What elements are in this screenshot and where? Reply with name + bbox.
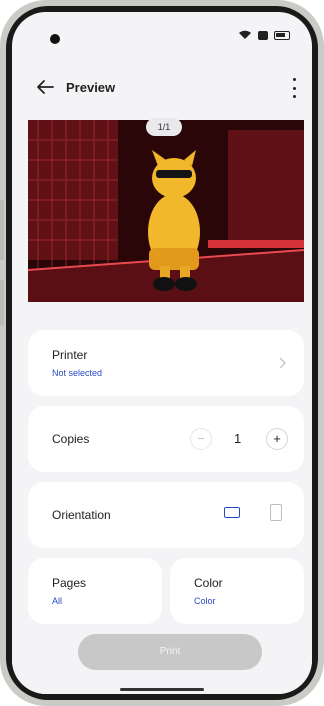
- copies-label: Copies: [52, 432, 90, 446]
- landscape-orientation-icon[interactable]: [224, 507, 240, 518]
- pages-label: Pages: [52, 576, 87, 590]
- page-indicator: 1/1: [146, 118, 182, 136]
- portrait-orientation-icon[interactable]: [270, 504, 282, 521]
- screen: Preview 1/1 Printer Not selected Copies …: [12, 12, 312, 694]
- more-options-icon[interactable]: [290, 78, 298, 98]
- increase-copies-button[interactable]: +: [266, 428, 288, 450]
- pages-value: All: [52, 596, 63, 606]
- back-arrow-icon[interactable]: [34, 76, 56, 98]
- print-button[interactable]: Print: [78, 634, 262, 670]
- wifi-icon: [239, 30, 251, 39]
- color-card[interactable]: Color Color: [170, 558, 304, 624]
- copies-card: Copies − 1 +: [28, 406, 304, 472]
- status-bar: [12, 12, 312, 48]
- color-value: Color: [194, 596, 216, 606]
- preview-illustration: [28, 120, 304, 302]
- orientation-card: Orientation: [28, 482, 304, 548]
- nfc-icon: [258, 30, 268, 40]
- printer-card[interactable]: Printer Not selected: [28, 330, 304, 396]
- printer-label: Printer: [52, 348, 88, 362]
- status-icons: [238, 30, 290, 40]
- page-title: Preview: [66, 80, 116, 95]
- printer-value: Not selected: [52, 368, 103, 378]
- copies-count: 1: [234, 431, 242, 446]
- print-preview-image: [28, 120, 304, 302]
- home-indicator: [120, 688, 204, 691]
- chevron-right-icon: [279, 357, 286, 369]
- color-label: Color: [194, 576, 223, 590]
- volume-button: [0, 200, 4, 260]
- decrease-copies-button[interactable]: −: [190, 428, 212, 450]
- pages-card[interactable]: Pages All: [28, 558, 162, 624]
- orientation-label: Orientation: [52, 508, 111, 522]
- camera-cutout: [50, 34, 60, 44]
- power-button: [0, 280, 4, 326]
- battery-icon: [274, 30, 290, 40]
- phone-frame: Preview 1/1 Printer Not selected Copies …: [0, 0, 324, 706]
- app-bar: Preview: [12, 70, 312, 106]
